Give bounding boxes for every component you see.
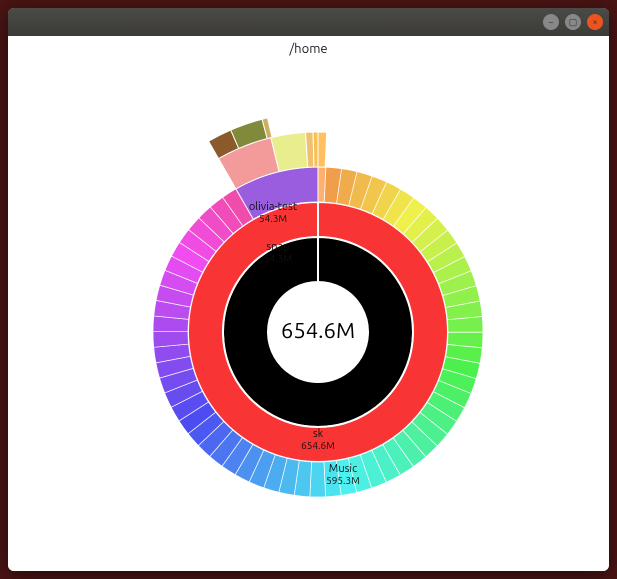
titlebar[interactable]: – ▢ ×: [8, 8, 609, 36]
label-olivia-test-size: 54.3M: [259, 213, 287, 224]
chart-segment[interactable]: [313, 132, 318, 167]
minimize-button[interactable]: –: [543, 14, 559, 30]
chart-segment[interactable]: [318, 132, 327, 167]
maximize-button[interactable]: ▢: [565, 14, 581, 30]
current-path: /home: [8, 36, 609, 62]
center-total: 654.6M: [281, 318, 355, 343]
label-olivia-test: olivia-test: [249, 201, 298, 213]
label-snap-size: 54.3M: [264, 253, 292, 264]
label-music-size: 595.3M: [326, 475, 360, 486]
app-window: – ▢ × /home 654.6M sk 654.6M Music 595.3…: [8, 8, 609, 571]
sunburst-chart[interactable]: 654.6M sk 654.6M Music 595.3M snap 54.3M…: [8, 62, 608, 571]
label-snap: snap: [266, 241, 289, 253]
label-sk: sk: [313, 428, 324, 440]
content-area: /home 654.6M sk 654.6M Music 595.3M snap…: [8, 36, 609, 571]
label-sk-size: 654.6M: [301, 440, 335, 451]
chart-segment[interactable]: [310, 462, 326, 497]
close-button[interactable]: ×: [587, 14, 603, 30]
label-music: Music: [329, 463, 357, 475]
